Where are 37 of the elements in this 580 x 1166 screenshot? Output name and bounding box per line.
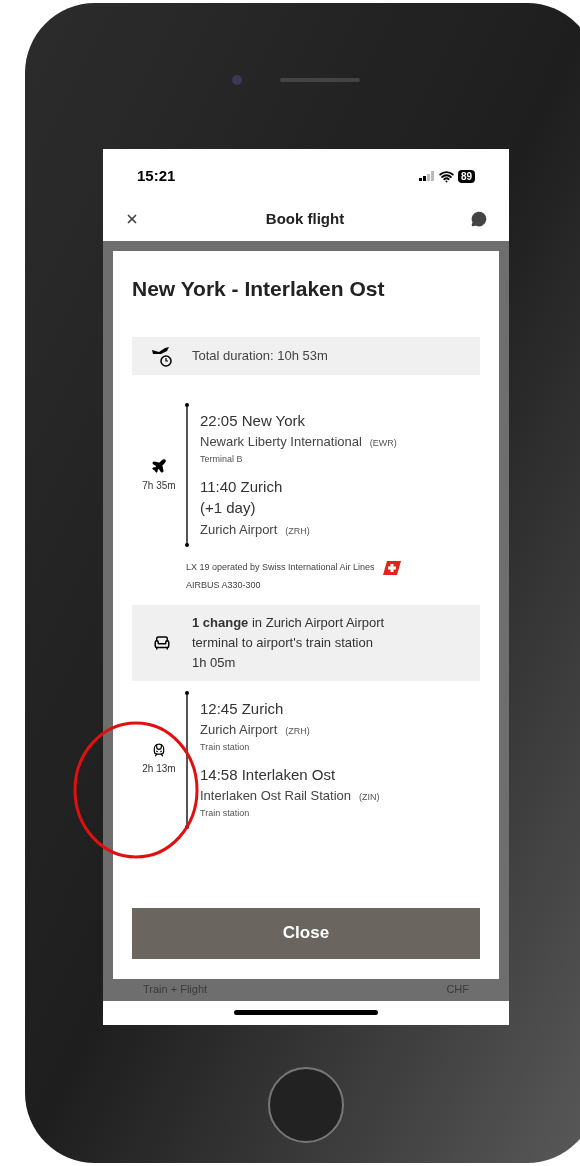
leg-duration: 2h 13m [142, 762, 176, 777]
departure-time-city: 11:40 Zurich [200, 477, 284, 498]
status-time: 15:21 [137, 166, 176, 187]
leg-duration: 7h 35m [142, 478, 176, 493]
station-name: Zurich Airport [200, 720, 278, 739]
departure-time-city: 22:05 New York [200, 411, 307, 432]
chat-icon[interactable] [471, 211, 487, 228]
departure-time-city: 14:58 Interlaken Ost [200, 764, 337, 785]
station-name: Interlaken Ost Rail Station [200, 786, 352, 805]
operator-text: LX 19 operated by Swiss International Air Lines [186, 561, 375, 575]
change-duration: 1h 05m [192, 653, 237, 672]
route-title: New York - Interlaken Ost [132, 275, 386, 302]
wifi-icon [438, 168, 454, 184]
station-note: Train station [200, 740, 251, 754]
station-code: (ZRH) [285, 525, 310, 539]
station-name: Zurich Airport [200, 521, 278, 540]
seat-icon [153, 633, 171, 652]
station-name: Newark Liberty International [200, 433, 362, 452]
plane-clock-icon [151, 344, 173, 369]
departure-time-city: 12:45 Zurich [200, 698, 285, 719]
camera-icon [232, 75, 242, 85]
close-button[interactable]: Close [132, 907, 480, 959]
day-offset: (+1 day) [200, 498, 257, 519]
signal-icon [418, 171, 435, 182]
airline-logo-icon [382, 561, 401, 576]
station-code: (EWR) [369, 437, 397, 451]
station-note: Train station [200, 806, 251, 820]
battery-indicator: 89 [457, 169, 475, 183]
total-duration-text: Total duration: 10h 53m [192, 347, 328, 366]
aircraft-type: AIRBUS A330-300 [186, 579, 262, 593]
station-code: (ZIN) [359, 790, 380, 804]
station-note: Terminal B [200, 453, 244, 467]
plane-icon [151, 457, 167, 474]
change-description: 1 change in Zurich Airport Airport terminal to airport's train station [192, 613, 386, 652]
screen-title: Book flight [265, 209, 345, 229]
train-icon [152, 743, 166, 758]
station-code: (ZRH) [285, 724, 310, 738]
